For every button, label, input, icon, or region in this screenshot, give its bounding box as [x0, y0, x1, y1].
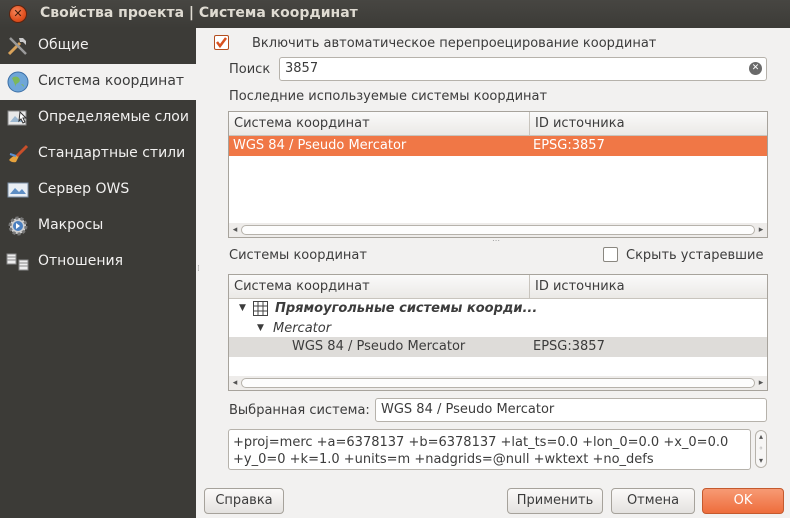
apply-button[interactable]: Применить	[507, 488, 603, 514]
hide-deprecated-label: Скрыть устаревшие	[626, 248, 764, 263]
grid-icon	[253, 301, 268, 320]
split-handle[interactable]: ⋯	[492, 236, 500, 245]
window-title: Свойства проекта | Система координат	[40, 5, 358, 21]
macro-gear-icon	[6, 214, 30, 238]
sidebar-item-label: Общие	[38, 37, 89, 53]
selected-crs-label: Выбранная система:	[229, 403, 370, 418]
proj-definition-text[interactable]: +proj=merc +a=6378137 +b=6378137 +lat_ts…	[228, 429, 751, 470]
crs-tree-table: Система координат ID источника ▼ Прямоуг…	[228, 274, 768, 391]
search-input[interactable]: 3857	[279, 57, 767, 81]
hide-deprecated-checkbox[interactable]	[603, 247, 618, 262]
checkmark-icon	[216, 37, 227, 49]
title-bar: ✕ Свойства проекта | Система координат	[0, 0, 790, 28]
expand-arrow-icon[interactable]: ▼	[257, 323, 264, 333]
column-header-authority-id[interactable]: ID источника	[529, 112, 767, 136]
recent-table-hscrollbar[interactable]: ◂ ▸	[229, 223, 767, 237]
proj-line-1: +proj=merc +a=6378137 +b=6378137 +lat_ts…	[233, 435, 729, 450]
sidebar-item-macros[interactable]: Макросы	[0, 208, 196, 244]
crs-name-cell: WGS 84 / Pseudo Mercator	[233, 138, 407, 153]
mercator-subgroup: Mercator	[273, 321, 332, 336]
proj-line-2: +y_0=0 +k=1.0 +units=m +nadgrids=@null +…	[233, 452, 654, 467]
scroll-right-icon[interactable]: ▸	[755, 376, 767, 390]
table-row[interactable]: WGS 84 / Pseudo Mercator EPSG:3857	[229, 136, 767, 156]
search-input-value: 3857	[285, 61, 319, 76]
proj-text-scrollbar[interactable]: ▴ ◦ ▾	[755, 430, 767, 468]
panel-splitter[interactable]: ⁞	[196, 28, 204, 518]
sidebar-item-label: Отношения	[38, 253, 123, 269]
ok-button[interactable]: OK	[702, 488, 784, 514]
scrollbar-thumb[interactable]	[241, 225, 755, 235]
sidebar-item-identify-layers[interactable]: Определяемые слои	[0, 100, 196, 136]
otf-reprojection-checkbox[interactable]	[214, 35, 229, 50]
scrollbar-thumb[interactable]	[241, 378, 755, 388]
search-label: Поиск	[229, 62, 271, 77]
cancel-button[interactable]: Отмена	[611, 488, 695, 514]
scroll-thumb-icon[interactable]: ◦	[756, 443, 766, 455]
scroll-down-icon[interactable]: ▾	[756, 455, 766, 467]
scroll-up-icon[interactable]: ▴	[756, 431, 766, 443]
scroll-right-icon[interactable]: ▸	[755, 223, 767, 237]
sidebar-item-relations[interactable]: Отношения	[0, 244, 196, 280]
sidebar-item-ows-server[interactable]: Сервер OWS	[0, 172, 196, 208]
column-header-authority-id[interactable]: ID источника	[529, 275, 767, 299]
sidebar-item-label: Макросы	[38, 217, 104, 233]
table-row[interactable]: WGS 84 / Pseudo Mercator EPSG:3857	[229, 337, 767, 357]
sidebar-item-label: Сервер OWS	[38, 181, 130, 197]
column-header-crs[interactable]: Система координат	[229, 112, 529, 136]
expand-arrow-icon[interactable]: ▼	[239, 303, 246, 313]
scroll-left-icon[interactable]: ◂	[229, 376, 241, 390]
otf-reprojection-label: Включить автоматическое перепроецировани…	[252, 36, 657, 51]
clear-search-icon[interactable]: ✕	[749, 62, 762, 75]
selected-crs-field[interactable]: WGS 84 / Pseudo Mercator	[375, 398, 767, 422]
project-properties-window: ✕ Свойства проекта | Система координат О…	[0, 0, 790, 518]
scroll-left-icon[interactable]: ◂	[229, 223, 241, 237]
sidebar: Общие Система координат Определяемые сло…	[0, 28, 196, 518]
sidebar-item-label: Система координат	[38, 73, 185, 89]
projected-crs-group: Прямоугольные системы коорди...	[275, 301, 538, 316]
relations-icon	[6, 250, 30, 274]
close-window-icon[interactable]: ✕	[9, 5, 27, 23]
crs-list-label: Системы координат	[229, 248, 367, 263]
tree-subgroup-row[interactable]: ▼ Mercator	[229, 319, 767, 339]
ows-server-icon	[6, 178, 30, 202]
crs-name-cell: WGS 84 / Pseudo Mercator	[292, 339, 466, 354]
recent-crs-table: Система координат ID источника WGS 84 / …	[228, 111, 768, 238]
help-button[interactable]: Справка	[204, 488, 284, 514]
crs-id-cell: EPSG:3857	[533, 138, 605, 153]
globe-icon	[6, 70, 30, 94]
sidebar-item-crs[interactable]: Система координат	[0, 64, 196, 100]
column-header-crs[interactable]: Система координат	[229, 275, 529, 299]
sidebar-item-default-styles[interactable]: Стандартные стили	[0, 136, 196, 172]
sidebar-item-label: Определяемые слои	[38, 109, 189, 125]
brush-icon	[6, 142, 30, 166]
sidebar-item-label: Стандартные стили	[38, 145, 186, 161]
layers-identify-icon	[6, 106, 30, 130]
sidebar-item-general[interactable]: Общие	[0, 28, 196, 64]
tools-icon	[6, 34, 30, 58]
selected-crs-value: WGS 84 / Pseudo Mercator	[381, 402, 555, 417]
tree-group-row[interactable]: ▼ Прямоугольные системы коорди...	[229, 299, 767, 319]
crs-table-hscrollbar[interactable]: ◂ ▸	[229, 376, 767, 390]
crs-id-cell: EPSG:3857	[533, 339, 605, 354]
recent-crs-label: Последние используемые системы координат	[229, 89, 548, 104]
